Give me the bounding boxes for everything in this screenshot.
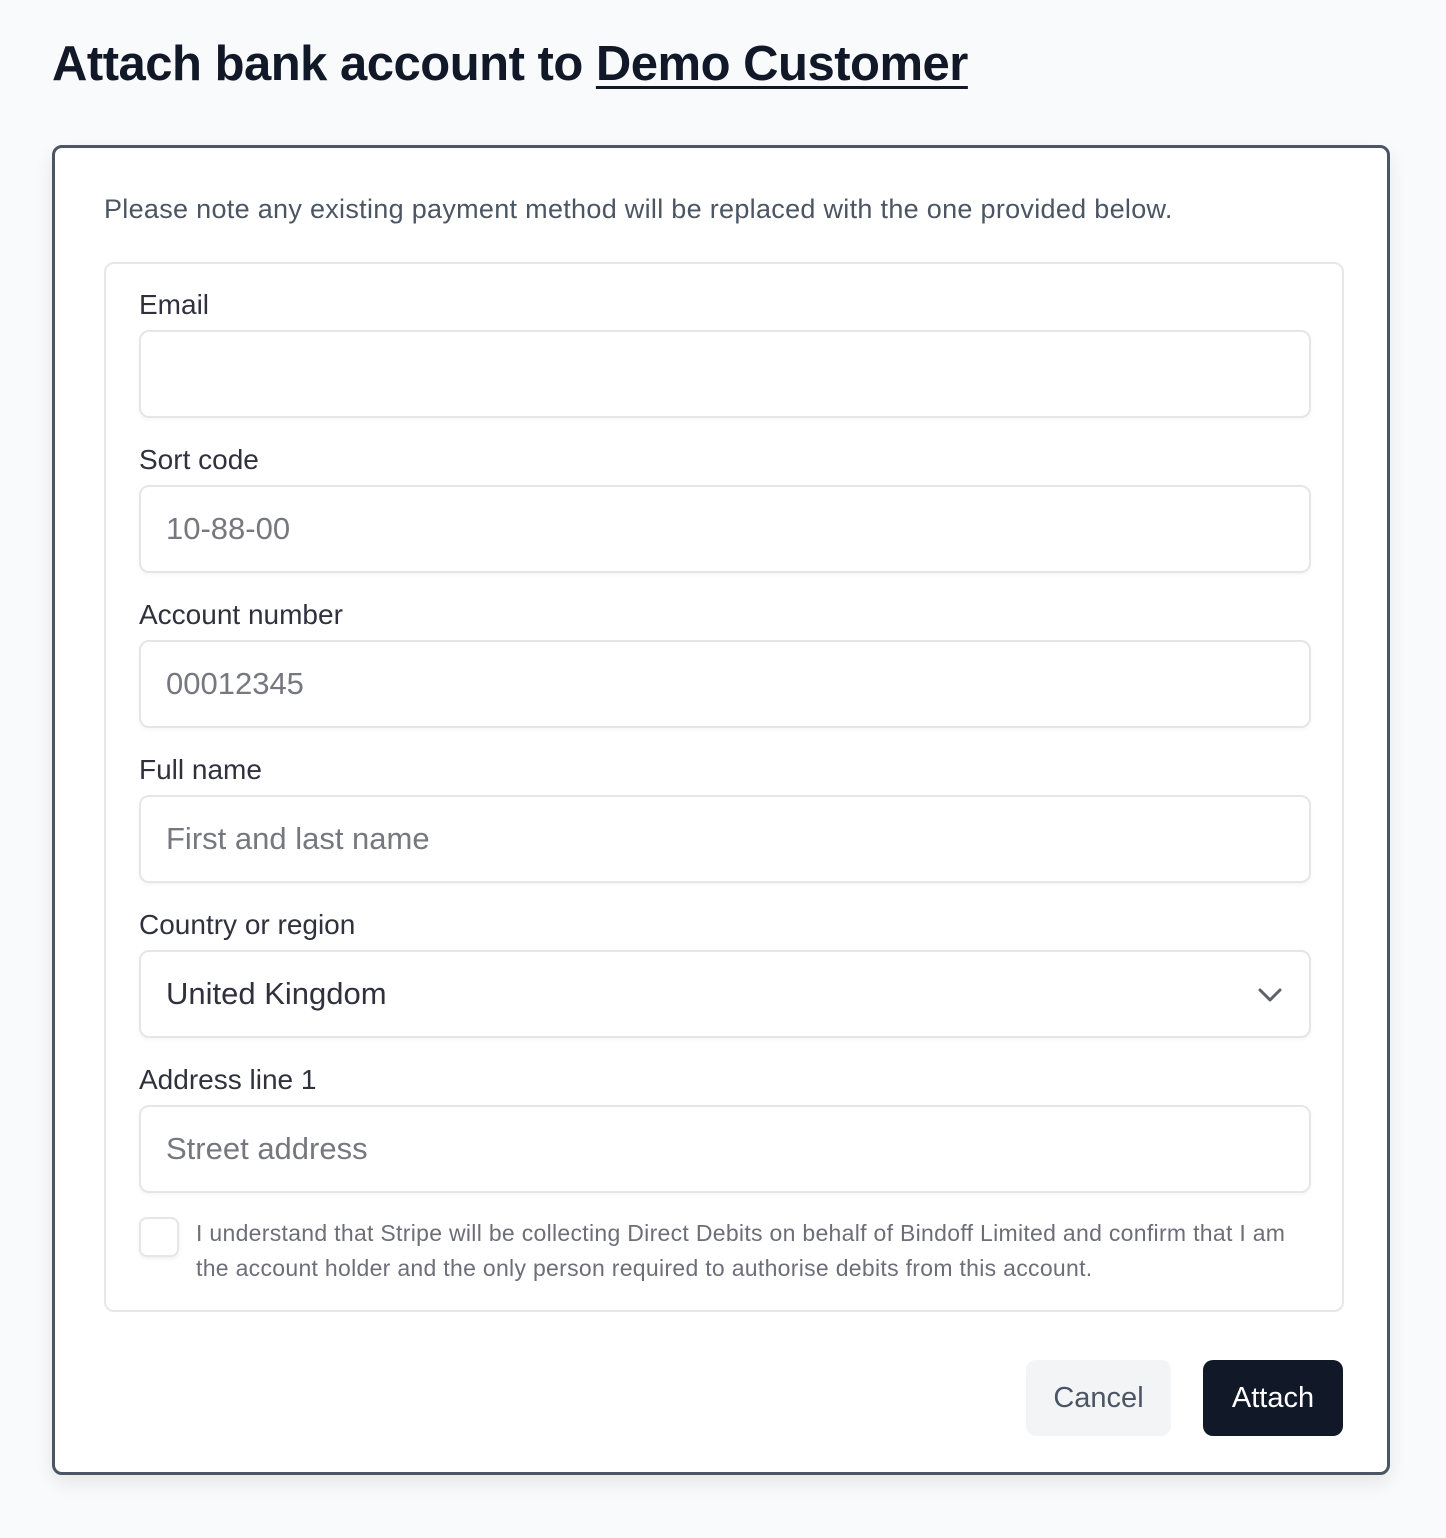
full-name-label: Full name (139, 754, 262, 785)
page-title-prefix: Attach bank account to (52, 37, 596, 91)
replacement-notice: Please note any existing payment method … (104, 194, 1173, 224)
address-line1-field[interactable] (139, 1105, 1311, 1193)
address-line1-label: Address line 1 (139, 1064, 317, 1095)
email-field[interactable] (139, 330, 1311, 418)
country-select[interactable]: United Kingdom (139, 950, 1311, 1038)
sort-code-field[interactable] (139, 485, 1311, 573)
sort-code-label: Sort code (139, 444, 259, 475)
mandate-text: I understand that Stripe will be collect… (196, 1220, 1286, 1281)
page-title: Attach bank account to Demo Customer (52, 34, 968, 94)
country-selected-value: United Kingdom (166, 976, 387, 1011)
full-name-field[interactable] (139, 795, 1311, 883)
account-number-field[interactable] (139, 640, 1311, 728)
payment-element-frame: Email Sort code Account number Full name… (104, 262, 1344, 1312)
cancel-button[interactable]: Cancel (1026, 1360, 1171, 1436)
email-label: Email (139, 289, 210, 320)
account-number-label: Account number (139, 599, 343, 630)
chevron-down-icon (1258, 988, 1282, 1002)
country-label: Country or region (139, 909, 356, 940)
attach-bank-account-card: Please note any existing payment method … (52, 145, 1390, 1475)
customer-link[interactable]: Demo Customer (596, 37, 968, 91)
attach-button[interactable]: Attach (1203, 1360, 1343, 1436)
mandate-checkbox[interactable] (139, 1217, 179, 1257)
